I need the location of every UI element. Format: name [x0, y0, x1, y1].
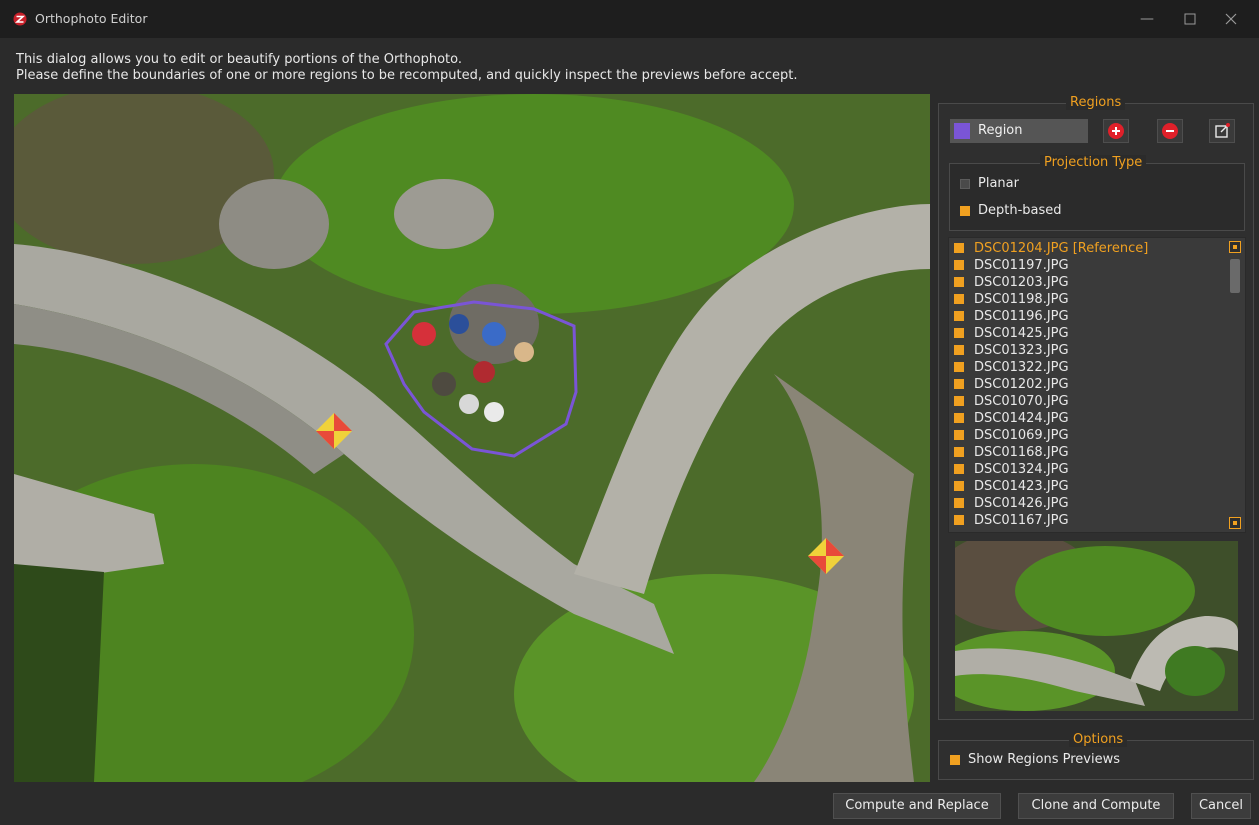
list-item[interactable]: DSC01203.JPG: [954, 274, 1069, 291]
list-item[interactable]: DSC01324.JPG: [954, 461, 1069, 478]
depth-based-label: Depth-based: [978, 203, 1062, 218]
list-item[interactable]: DSC01198.JPG: [954, 291, 1069, 308]
scroll-thumb[interactable]: [1230, 259, 1240, 293]
list-item[interactable]: DSC01167.JPG: [954, 512, 1069, 529]
planar-label: Planar: [978, 176, 1019, 191]
list-item[interactable]: DSC01323.JPG: [954, 342, 1069, 359]
list-item[interactable]: DSC01202.JPG: [954, 376, 1069, 393]
window-title: Orthophoto Editor: [35, 11, 148, 26]
list-checkbox[interactable]: [954, 396, 964, 406]
scroll-down-button[interactable]: [1229, 517, 1241, 529]
orthophoto-image[interactable]: [14, 94, 930, 782]
list-checkbox[interactable]: [954, 413, 964, 423]
list-checkbox[interactable]: [954, 260, 964, 270]
projection-type-group: [949, 163, 1245, 231]
plus-circle-icon: [1108, 123, 1124, 139]
projection-type-title: Projection Type: [1040, 155, 1147, 170]
image-preview: [955, 541, 1238, 711]
list-checkbox[interactable]: [954, 447, 964, 457]
list-checkbox[interactable]: [954, 515, 964, 525]
description-line-1: This dialog allows you to edit or beauti…: [16, 52, 462, 67]
list-checkbox[interactable]: [954, 430, 964, 440]
list-item[interactable]: DSC01070.JPG: [954, 393, 1069, 410]
list-item[interactable]: DSC01322.JPG: [954, 359, 1069, 376]
list-checkbox[interactable]: [954, 328, 964, 338]
remove-region-button[interactable]: [1157, 119, 1183, 143]
orthophoto-viewport[interactable]: [14, 94, 930, 782]
planar-option[interactable]: Planar: [960, 176, 1019, 191]
cancel-button[interactable]: Cancel: [1191, 793, 1251, 819]
maximize-icon[interactable]: [1179, 8, 1201, 30]
add-region-button[interactable]: [1103, 119, 1129, 143]
planar-checkbox[interactable]: [960, 178, 970, 189]
list-item[interactable]: DSC01426.JPG: [954, 495, 1069, 512]
image-list[interactable]: DSC01204.JPG [Reference] DSC01197.JPG DS…: [948, 237, 1246, 533]
list-item[interactable]: DSC01204.JPG [Reference]: [954, 240, 1148, 257]
list-checkbox[interactable]: [954, 464, 964, 474]
region-selector[interactable]: Region: [950, 119, 1088, 143]
clone-and-compute-button[interactable]: Clone and Compute: [1018, 793, 1174, 819]
list-item[interactable]: DSC01424.JPG: [954, 410, 1069, 427]
show-regions-previews-label: Show Regions Previews: [968, 752, 1120, 767]
list-item[interactable]: DSC01423.JPG: [954, 478, 1069, 495]
scroll-up-button[interactable]: [1229, 241, 1241, 253]
list-checkbox[interactable]: [954, 294, 964, 304]
image-list-scrollbar[interactable]: [1228, 239, 1242, 531]
list-checkbox[interactable]: [954, 311, 964, 321]
region-color-swatch: [954, 123, 970, 139]
depth-based-option[interactable]: Depth-based: [960, 203, 1062, 218]
regions-group-title: Regions: [1066, 95, 1126, 110]
list-item[interactable]: DSC01425.JPG: [954, 325, 1069, 342]
edit-region-button[interactable]: [1209, 119, 1235, 143]
edit-icon: [1215, 123, 1230, 138]
minimize-icon[interactable]: —: [1136, 8, 1158, 30]
minus-circle-icon: [1162, 123, 1178, 139]
list-item[interactable]: DSC01196.JPG: [954, 308, 1069, 325]
list-checkbox[interactable]: [954, 379, 964, 389]
preview-image: [955, 541, 1238, 711]
app-logo-icon: [13, 12, 27, 26]
list-item[interactable]: DSC01197.JPG: [954, 257, 1069, 274]
title-bar: Orthophoto Editor —: [0, 0, 1259, 38]
show-regions-previews-option[interactable]: Show Regions Previews: [950, 752, 1120, 767]
list-checkbox[interactable]: [954, 243, 964, 253]
list-checkbox[interactable]: [954, 481, 964, 491]
list-checkbox[interactable]: [954, 362, 964, 372]
description-line-2: Please define the boundaries of one or m…: [16, 68, 798, 83]
list-item[interactable]: DSC01069.JPG: [954, 427, 1069, 444]
list-checkbox[interactable]: [954, 498, 964, 508]
depth-based-checkbox[interactable]: [960, 205, 970, 216]
options-group-title: Options: [1069, 732, 1128, 747]
region-label: Region: [978, 123, 1023, 138]
close-icon[interactable]: [1220, 8, 1242, 30]
list-checkbox[interactable]: [954, 277, 964, 287]
compute-and-replace-button[interactable]: Compute and Replace: [833, 793, 1001, 819]
dialog-description: This dialog allows you to edit or beauti…: [16, 52, 797, 84]
list-checkbox[interactable]: [954, 345, 964, 355]
list-item[interactable]: DSC01168.JPG: [954, 444, 1069, 461]
show-regions-previews-checkbox[interactable]: [950, 754, 960, 765]
